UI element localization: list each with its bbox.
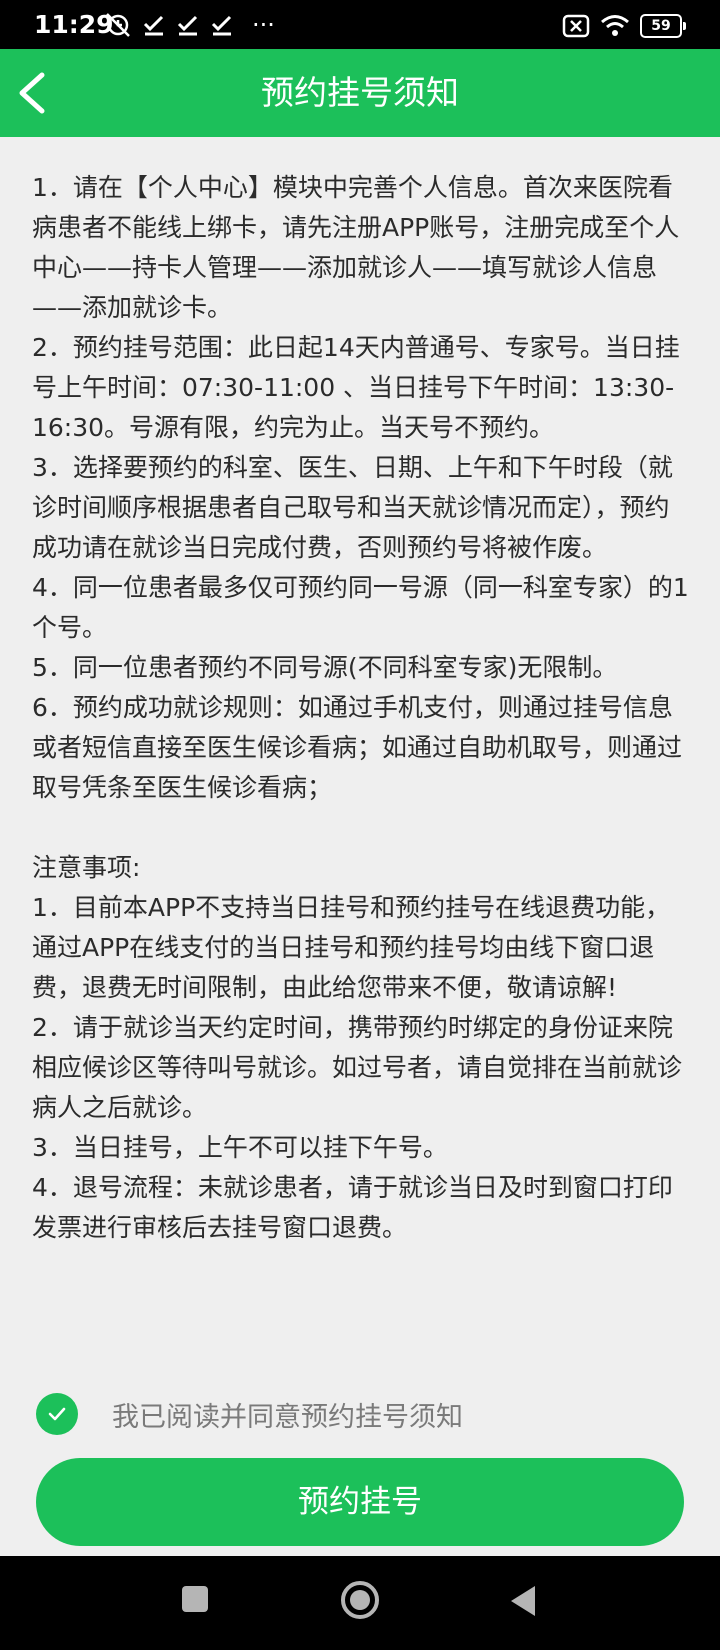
rule-item: 2．预约挂号范围：此日起14天内普通号、专家号。当日挂号上午时间：07:30-1…: [32, 333, 680, 442]
back-nav-icon[interactable]: [508, 1584, 538, 1618]
more-notifications-icon: ···: [252, 11, 275, 39]
notice-item: 4．退号流程：未就诊患者，请于就诊当日及时到窗口打印发票进行审核后去挂号窗口退费…: [32, 1173, 673, 1242]
recent-apps-icon[interactable]: [180, 1584, 210, 1614]
alarm-muted-icon: [106, 13, 130, 37]
notice-item: 1．目前本APP不支持当日挂号和预约挂号在线退费功能，通过APP在线支付的当日挂…: [32, 893, 671, 1002]
battery-indicator: 59: [640, 14, 686, 38]
check-notification-icon: [177, 15, 198, 36]
agree-checkbox[interactable]: [36, 1393, 78, 1435]
rule-item: 3．选择要预约的科室、医生、日期、上午和下午时段（就诊时间顺序根据患者自己取号和…: [32, 453, 673, 562]
page-title: 预约挂号须知: [261, 73, 459, 112]
status-bar: 11:29 ··· 59: [0, 0, 720, 49]
system-nav-bar: [0, 1556, 720, 1650]
header-bar: 预约挂号须知: [0, 49, 720, 137]
check-notification-icon: [143, 15, 164, 36]
notice-content: 1．请在【个人中心】模块中完善个人信息。首次来医院看病患者不能线上绑卡，请先注册…: [32, 168, 692, 1248]
rule-item: 1．请在【个人中心】模块中完善个人信息。首次来医院看病患者不能线上绑卡，请先注册…: [32, 173, 680, 322]
rule-item: 6．预约成功就诊规则：如通过手机支付，则通过挂号信息或者短信直接至医生候诊看病；…: [32, 693, 683, 802]
wifi-icon: [601, 15, 629, 36]
book-appointment-button[interactable]: 预约挂号: [36, 1458, 684, 1546]
sim-blocked-icon: [562, 14, 590, 38]
notice-item: 2．请于就诊当天约定时间，携带预约时绑定的身份证来院相应候诊区等待叫号就诊。如过…: [32, 1013, 683, 1122]
rule-item: 4．同一位患者最多仅可预约同一号源（同一科室专家）的1个号。: [32, 573, 689, 642]
home-icon[interactable]: [340, 1580, 380, 1620]
rule-item: 5．同一位患者预约不同号源(不同科室专家)无限制。: [32, 653, 618, 682]
notice-item: 3．当日挂号，上午不可以挂下午号。: [32, 1133, 448, 1162]
status-time: 11:29: [34, 10, 114, 39]
check-notification-icon: [211, 15, 232, 36]
notice-heading: 注意事项:: [32, 853, 141, 882]
agree-label: 我已阅读并同意预约挂号须知: [112, 1401, 463, 1433]
agree-checkbox-row[interactable]: 我已阅读并同意预约挂号须知: [36, 1392, 463, 1436]
checkmark-icon: [48, 1407, 66, 1421]
